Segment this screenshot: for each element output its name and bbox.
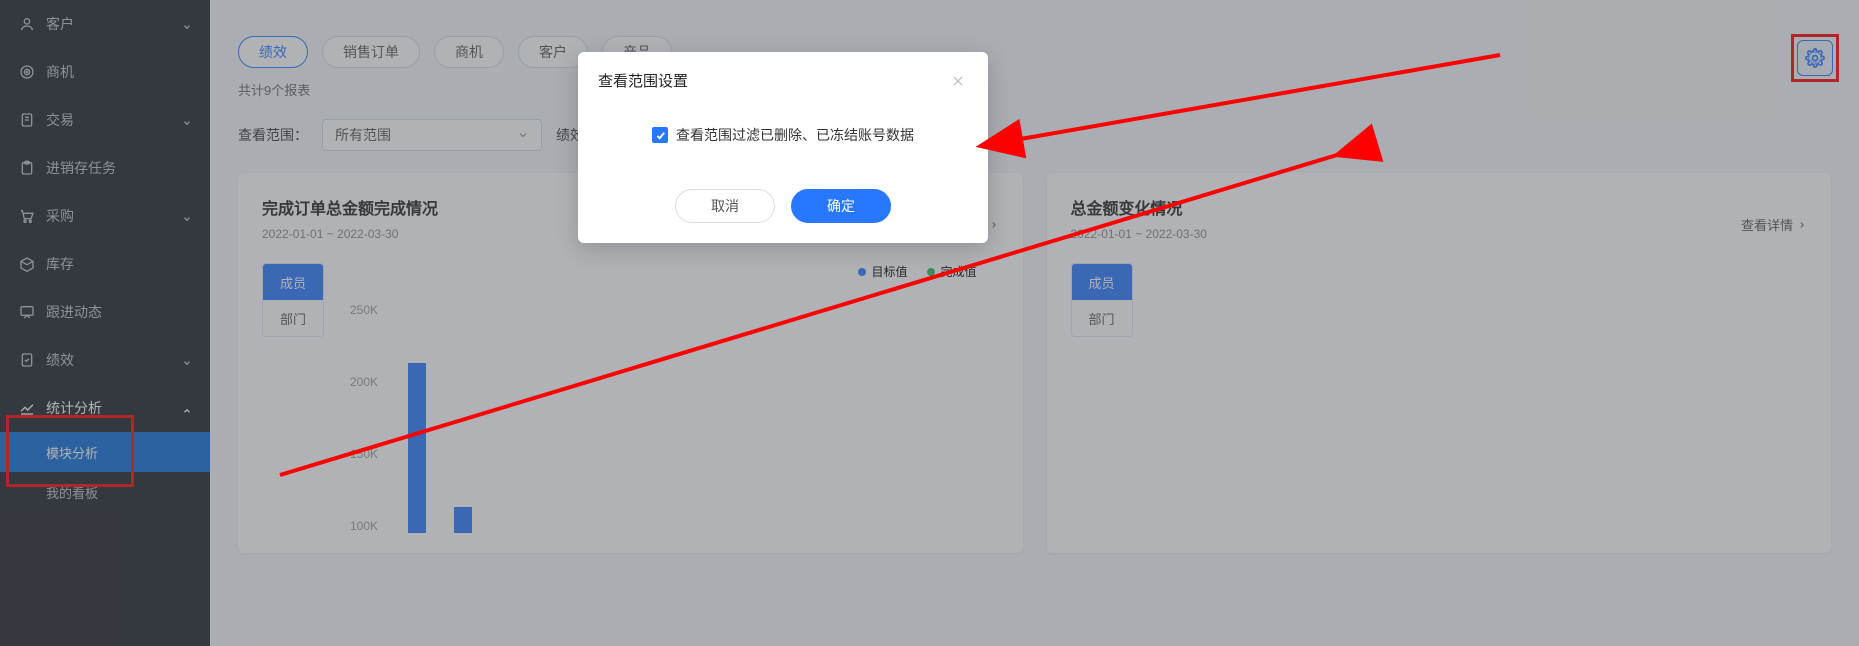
filter-checkbox[interactable] — [652, 127, 668, 143]
cancel-button[interactable]: 取消 — [675, 189, 775, 223]
modal-header: 查看范围设置 — [578, 52, 988, 107]
confirm-button[interactable]: 确定 — [791, 189, 891, 223]
close-button[interactable] — [948, 71, 968, 91]
checkbox-label: 查看范围过滤已删除、已冻结账号数据 — [676, 125, 914, 145]
modal-body: 查看范围过滤已删除、已冻结账号数据 — [578, 107, 988, 175]
check-icon — [655, 130, 666, 141]
scope-settings-modal: 查看范围设置 查看范围过滤已删除、已冻结账号数据 取消 确定 — [578, 52, 988, 243]
modal-footer: 取消 确定 — [578, 175, 988, 243]
modal-title: 查看范围设置 — [598, 70, 688, 91]
close-icon — [951, 74, 965, 88]
